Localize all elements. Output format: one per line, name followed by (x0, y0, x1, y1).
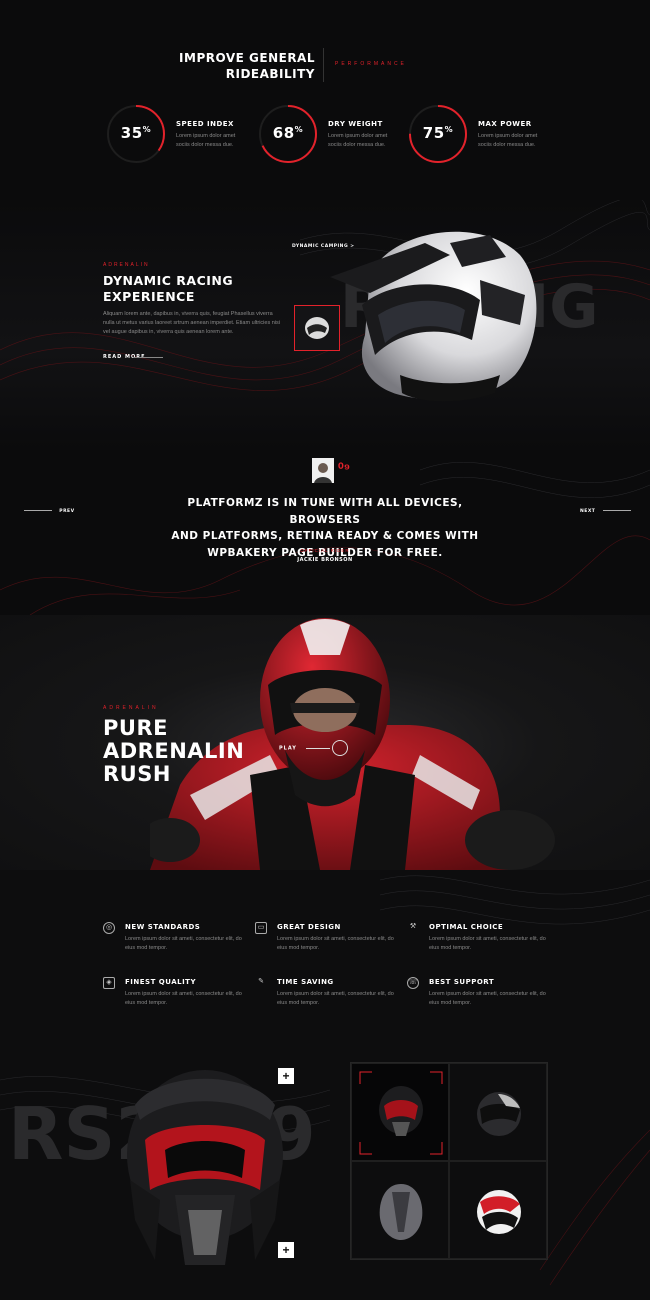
stat-label: DRY WEIGHT (328, 120, 383, 128)
helmet-side-icon (477, 1092, 521, 1136)
section-body: Aliquam lorem ante, dapibus in, viverra … (103, 311, 280, 335)
support-icon: ☏ (407, 977, 419, 989)
feature-new-standards: ◎ NEW STANDARDS Lorem ipsum dolor sit am… (103, 922, 253, 967)
feature-title: TIME SAVING (277, 978, 334, 986)
product-cell[interactable] (351, 1161, 449, 1259)
feature-optimal-choice: ⚒ OPTIMAL CHOICE Lorem ipsum dolor sit a… (407, 922, 557, 967)
product-cell[interactable] (449, 1161, 547, 1259)
stat-value: 75% (422, 124, 454, 142)
feature-description: Lorem ipsum dolor sit ameti, consectetur… (125, 936, 242, 951)
stat-label: SPEED INDEX (176, 120, 234, 128)
performance-tag: PERFORMANCE (335, 61, 407, 67)
performance-divider (323, 48, 324, 82)
signature-logo-icon: ⁰⁹ (338, 460, 351, 476)
author-name: JACKIE BRONSON (297, 557, 353, 563)
product-grid (350, 1062, 548, 1260)
stat-speed-index: 35% SPEED INDEX Lorem ipsum dolor amet s… (106, 104, 256, 164)
helmet-racing-icon (477, 1190, 521, 1234)
hero-title-line3: RUSH (103, 762, 171, 786)
avatar-image (314, 463, 332, 483)
feature-description: Lorem ipsum dolor sit ameti, consectetur… (277, 991, 394, 1006)
feature-title: BEST SUPPORT (429, 978, 495, 986)
feature-great-design: ▭ GREAT DESIGN Lorem ipsum dolor sit ame… (255, 922, 405, 967)
quote-line2: AND PLATFORMS, RETINA READY & COMES WITH (171, 530, 479, 542)
stat-description: Lorem ipsum dolor amet sociis dolor mess… (176, 133, 236, 148)
hero-title-line2: ADRENALIN (103, 739, 245, 763)
next-button[interactable]: NEXT (580, 508, 631, 514)
play-line (305, 747, 330, 749)
next-label: NEXT (580, 509, 596, 514)
prev-arrow-icon (24, 510, 52, 512)
motocross-helmet-image (127, 1070, 283, 1265)
stat-description: Lorem ipsum dolor amet sociis dolor mess… (328, 133, 388, 148)
feature-finest-quality: ◈ FINEST QUALITY Lorem ipsum dolor sit a… (103, 977, 253, 1022)
feature-best-support: ☏ BEST SUPPORT Lorem ipsum dolor sit ame… (407, 977, 557, 1022)
author-role: OFFICIAL RIDER (300, 548, 350, 553)
hero-section: ADRENALIN PURE ADRENALIN RUSH PLAY (0, 615, 650, 870)
product-cell-active[interactable] (351, 1063, 449, 1161)
pen-icon: ✎ (258, 978, 264, 985)
play-circle-icon (332, 740, 349, 756)
stat-value: 68% (272, 124, 304, 142)
read-more-line (133, 357, 163, 358)
prev-label: PREV (59, 509, 75, 514)
feature-title: GREAT DESIGN (277, 923, 341, 931)
feature-title: NEW STANDARDS (125, 923, 201, 931)
section-title: DYNAMIC RACING EXPERIENCE (103, 273, 303, 305)
wrench-icon: ⚒ (409, 923, 417, 930)
stat-label: MAX POWER (478, 120, 532, 128)
hotspot-plus-button[interactable]: + (278, 1068, 294, 1084)
play-button[interactable]: PLAY (279, 740, 349, 756)
feature-time-saving: ✎ TIME SAVING Lorem ipsum dolor sit amet… (255, 977, 405, 1022)
helmet-front-icon (359, 1071, 443, 1155)
stat-value: 35% (120, 124, 152, 142)
performance-title-line1: IMPROVE GENERAL (179, 51, 315, 65)
features-section: ◎ NEW STANDARDS Lorem ipsum dolor sit am… (0, 870, 650, 1050)
feature-title: OPTIMAL CHOICE (429, 923, 504, 931)
performance-title: IMPROVE GENERAL RIDEABILITY (150, 50, 315, 82)
quality-icon: ◈ (103, 977, 115, 989)
product-cell[interactable] (449, 1063, 547, 1161)
helmet-thumbnail-icon (305, 317, 329, 339)
section-kicker: ADRENALIN (103, 262, 150, 268)
hero-title-line1: PURE (103, 716, 168, 740)
badge-icon: ◎ (103, 922, 115, 934)
hotspot-plus-button[interactable]: + (278, 1242, 294, 1258)
quote-line1: PLATFORMZ IS IN TUNE WITH ALL DEVICES, B… (187, 497, 463, 526)
stat-description: Lorem ipsum dolor amet sociis dolor mess… (478, 133, 538, 148)
avatar (312, 458, 334, 483)
design-icon: ▭ (255, 922, 267, 934)
prev-button[interactable]: PREV (24, 508, 75, 514)
next-arrow-icon (602, 510, 631, 512)
stat-dry-weight: 68% DRY WEIGHT Lorem ipsum dolor amet so… (258, 104, 408, 164)
helmet-top-icon (379, 1184, 423, 1240)
section-title-line2: EXPERIENCE (103, 289, 195, 304)
stat-max-power: 75% MAX POWER Lorem ipsum dolor amet soc… (408, 104, 558, 164)
adventure-helmet-image (330, 231, 537, 402)
feature-description: Lorem ipsum dolor sit ameti, consectetur… (429, 936, 546, 951)
performance-section: IMPROVE GENERAL RIDEABILITY PERFORMANCE … (0, 0, 650, 200)
hero-title: PURE ADRENALIN RUSH (103, 717, 244, 786)
performance-title-line2: RIDEABILITY (225, 67, 315, 81)
hero-kicker: ADRENALIN (103, 705, 159, 711)
feature-description: Lorem ipsum dolor sit ameti, consectetur… (277, 936, 394, 951)
racing-section: RACING DYNAMIC CAMPING > ADRENALIN DYNAM… (0, 200, 650, 450)
section-title-line1: DYNAMIC RACING (103, 273, 234, 288)
feature-title: FINEST QUALITY (125, 978, 197, 986)
play-label: PLAY (279, 745, 297, 752)
helmet-thumbnail[interactable] (294, 305, 340, 351)
testimonial-section: ⁰⁹ PREV NEXT PLATFORMZ IS IN TUNE WITH A… (0, 450, 650, 615)
feature-description: Lorem ipsum dolor sit ameti, consectetur… (125, 991, 242, 1006)
product-section: RS2019 + + (0, 1050, 650, 1300)
feature-description: Lorem ipsum dolor sit ameti, consectetur… (429, 991, 546, 1006)
